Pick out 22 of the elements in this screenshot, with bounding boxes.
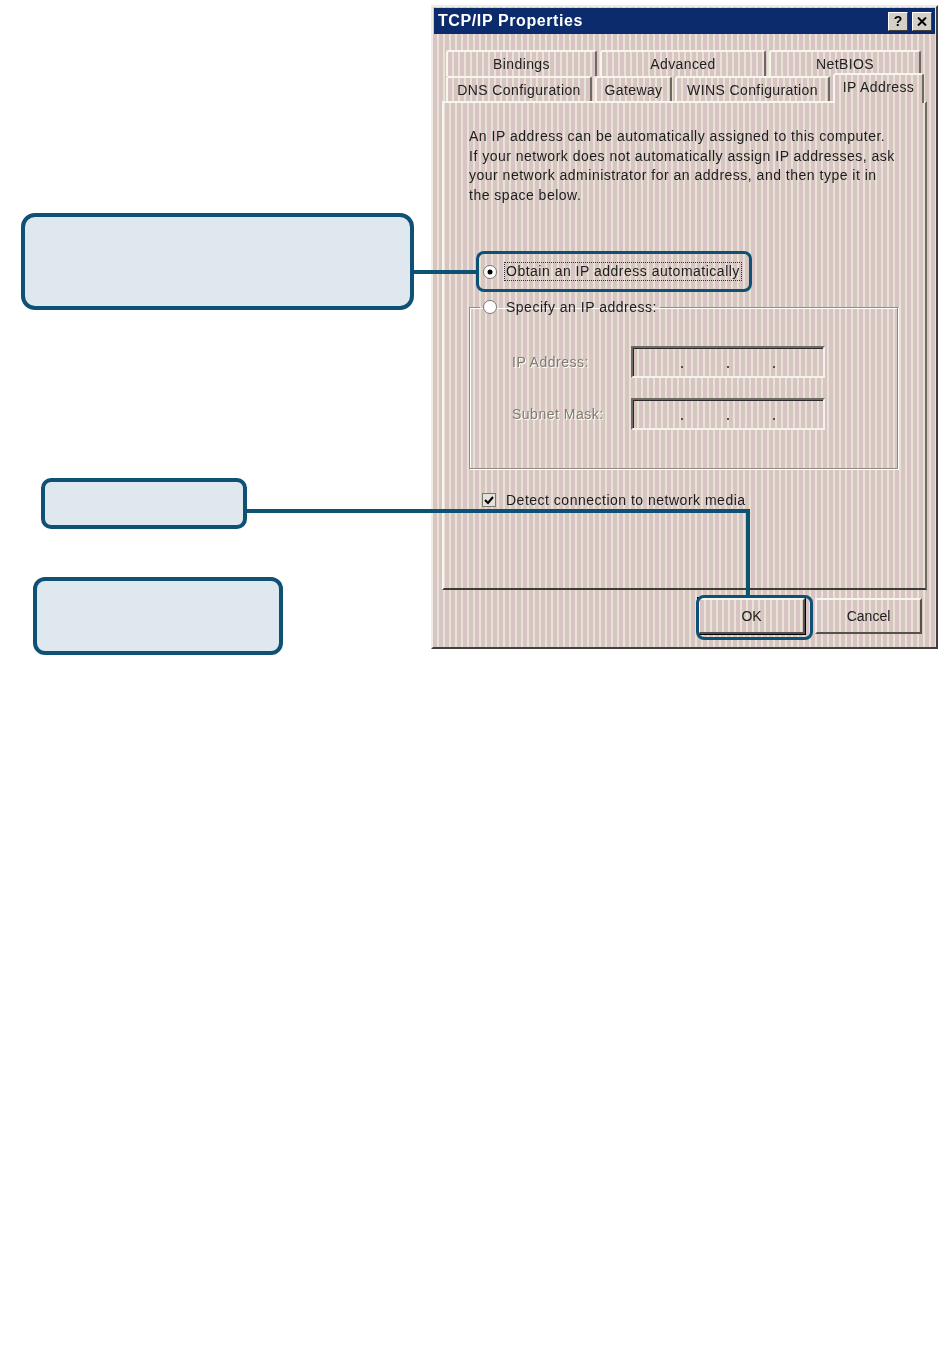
checkbox[interactable] — [482, 493, 496, 507]
checkbox-label[interactable]: Detect connection to network media — [506, 492, 746, 508]
field-label: Subnet Mask: — [512, 404, 605, 424]
tab[interactable]: NetBIOS — [769, 50, 921, 76]
help-button[interactable]: ? — [888, 11, 908, 31]
close-icon — [917, 16, 927, 26]
tab[interactable]: Bindings — [446, 50, 597, 76]
radio-label[interactable]: Obtain an IP address automatically — [505, 263, 741, 280]
tab[interactable]: IP Address — [833, 73, 924, 103]
tab[interactable]: Advanced — [600, 50, 766, 76]
tab[interactable]: WINS Configuration — [675, 76, 830, 101]
radio-button[interactable] — [483, 300, 497, 314]
field-label: IP Address: — [512, 352, 590, 372]
radio-label[interactable]: Specify an IP address: — [505, 299, 658, 315]
description-text: An IP address can be automatically assigned to this computer. If your network does not automatically assign IP addresses, ask your network administrator for an address, and then type it in the space below. — [469, 127, 895, 205]
close-button[interactable] — [912, 11, 932, 31]
dialog-button[interactable]: OK — [698, 598, 805, 634]
tab[interactable]: Gateway — [595, 76, 672, 101]
dialog-button[interactable]: Cancel — [815, 598, 922, 634]
radio-button[interactable] — [483, 264, 497, 279]
tab[interactable]: DNS Configuration — [446, 76, 592, 101]
window-title: TCP/IP Properties — [438, 11, 584, 31]
